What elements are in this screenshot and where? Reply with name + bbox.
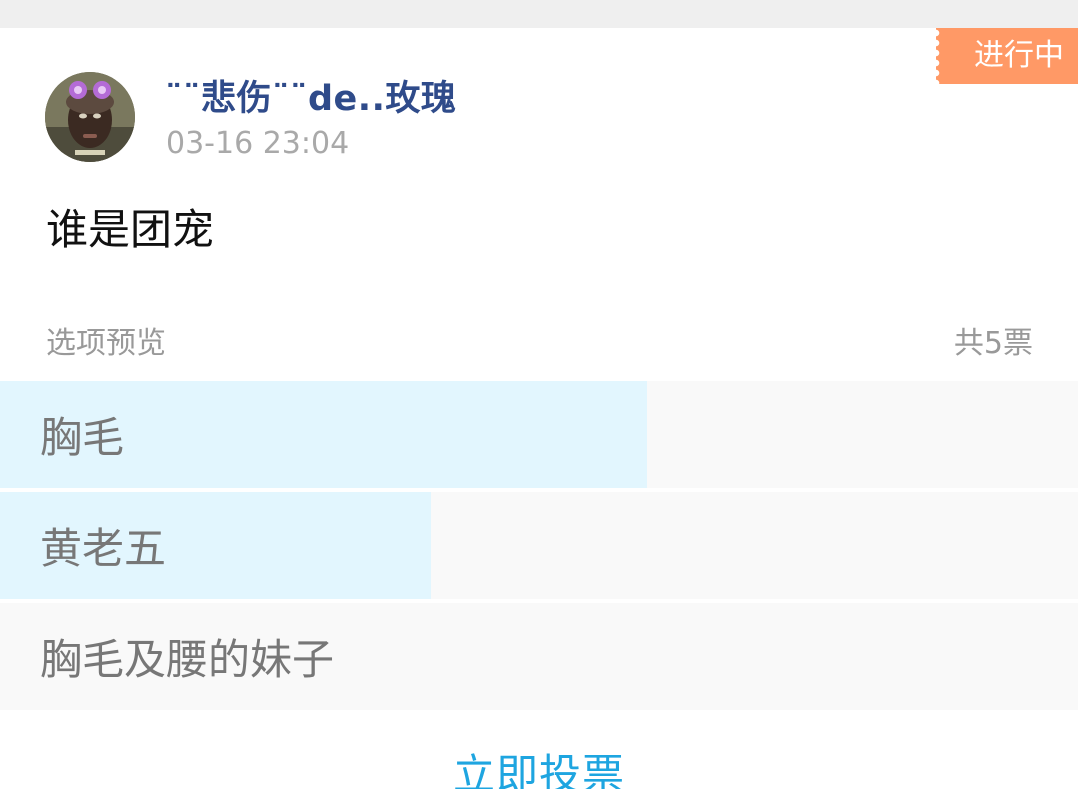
poll-option[interactable]: 胸毛 <box>0 381 1078 488</box>
status-badge-label: 进行中 <box>974 38 1064 73</box>
author-name[interactable]: ¨¨悲伤¨¨de..玫瑰 <box>165 70 456 121</box>
option-label: 胸毛及腰的妹子 <box>40 635 335 684</box>
poll-option[interactable]: 胸毛及腰的妹子 <box>0 603 1078 710</box>
badge-notch <box>936 28 944 84</box>
option-label: 黄老五 <box>40 524 167 573</box>
status-badge: 进行中 <box>936 28 1078 84</box>
option-label: 胸毛 <box>40 413 125 462</box>
post-timestamp: 03-16 23:04 <box>166 126 350 161</box>
poll-option[interactable]: 黄老五 <box>0 492 1078 599</box>
top-divider <box>0 0 1078 28</box>
avatar[interactable] <box>45 72 135 162</box>
vote-now-button[interactable]: 立即投票 <box>0 745 1078 789</box>
avatar-image <box>45 72 135 162</box>
options-preview-label: 选项预览 <box>46 326 166 361</box>
poll-question: 谁是团宠 <box>46 205 215 254</box>
vote-total: 共5票 <box>953 326 1033 361</box>
